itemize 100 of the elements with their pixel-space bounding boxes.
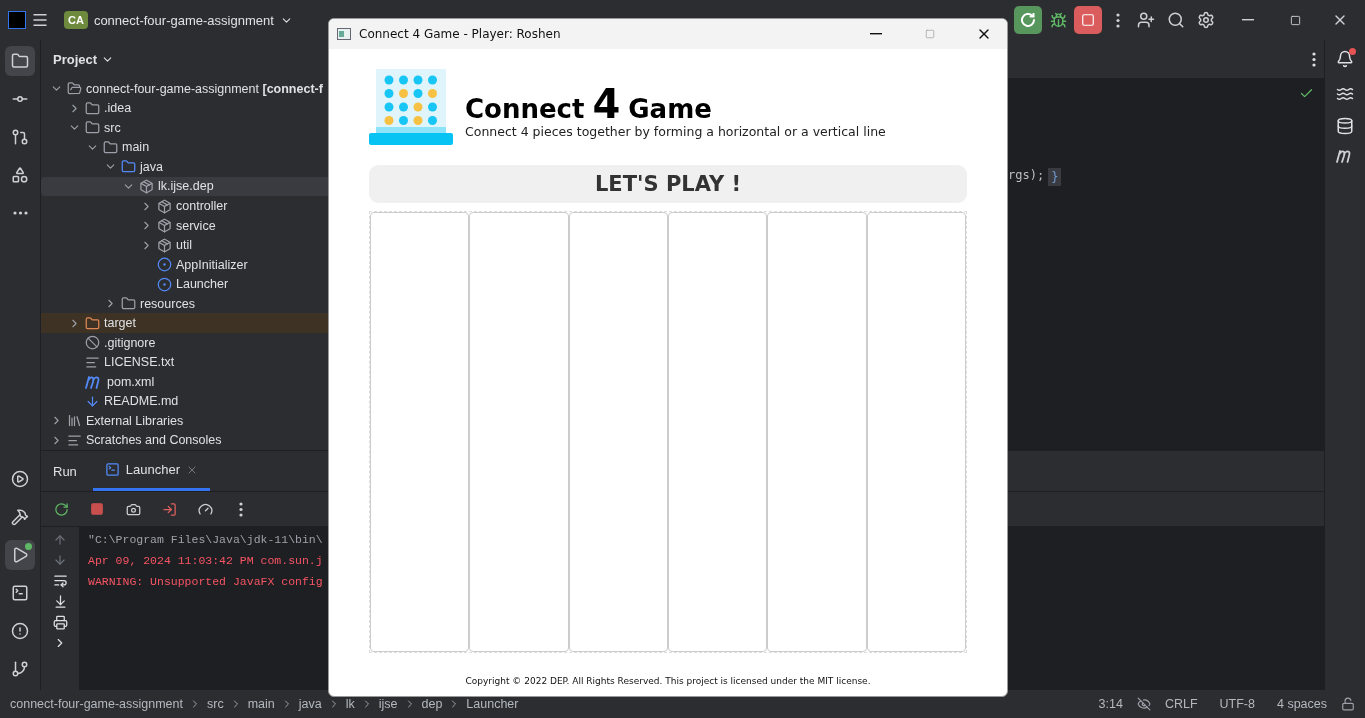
- tree-item[interactable]: service: [41, 215, 331, 236]
- text-file-icon: [85, 354, 100, 370]
- game-title: Connect: [465, 94, 585, 124]
- breadcrumb[interactable]: java: [298, 697, 322, 711]
- problems-icon: [11, 622, 29, 640]
- tree-item[interactable]: .gitignore: [41, 332, 331, 353]
- tree-item[interactable]: target: [41, 313, 331, 333]
- rerun-button[interactable]: [1014, 6, 1042, 34]
- run-icon: [11, 546, 29, 564]
- more-icon: [12, 211, 28, 215]
- arrow-down-icon: [53, 553, 67, 567]
- tree-item[interactable]: src: [41, 118, 331, 138]
- tree-item[interactable]: LICENSE.txt: [41, 352, 331, 372]
- breadcrumb[interactable]: ijse: [378, 697, 398, 711]
- class-icon: [157, 276, 172, 292]
- tree-item[interactable]: AppInitializer: [41, 254, 331, 275]
- structure-icon: [11, 166, 29, 184]
- tree-item[interactable]: util: [41, 235, 331, 255]
- search-icon: [1167, 11, 1185, 29]
- tree-item[interactable]: External Libraries: [41, 411, 331, 431]
- panel-title[interactable]: Project: [53, 52, 98, 67]
- bell-icon: [1336, 50, 1354, 68]
- tree-item[interactable]: controller: [41, 196, 331, 216]
- bug-icon: [1049, 11, 1067, 29]
- services-icon: [11, 470, 29, 488]
- run-tool-button[interactable]: [5, 540, 35, 570]
- indent[interactable]: 4 spaces: [1268, 697, 1335, 711]
- module-folder-icon: [67, 81, 82, 97]
- rerun-icon: [53, 501, 69, 517]
- app-logo-icon: [8, 11, 26, 29]
- settings-icon: [1197, 11, 1215, 29]
- exit-icon: [161, 501, 177, 517]
- package-icon: [157, 218, 172, 234]
- class-icon: [157, 257, 172, 273]
- code-text: rgs);: [1008, 168, 1045, 184]
- folder-icon: [103, 139, 118, 155]
- breadcrumb[interactable]: Launcher: [466, 697, 519, 711]
- window-icon: [104, 462, 120, 477]
- breadcrumb[interactable]: dep: [421, 697, 443, 711]
- tree-item[interactable]: connect-four-game-assignment [connect-f: [41, 79, 331, 99]
- breadcrumb[interactable]: main: [247, 697, 275, 711]
- library-icon: [67, 413, 82, 429]
- print-icon: [52, 615, 68, 630]
- project-switcher[interactable]: CA connect-four-game-assignment: [62, 9, 295, 31]
- ignore-file-icon: [85, 335, 100, 351]
- excluded-folder-icon: [85, 315, 100, 331]
- line-ending[interactable]: CRLF: [1156, 697, 1206, 711]
- console-line: "C:\Program Files\Java\jdk-11\bin\: [88, 532, 324, 548]
- app-window-icon: [337, 28, 351, 40]
- encoding[interactable]: UTF-8: [1211, 697, 1263, 711]
- camera-icon: [125, 501, 141, 517]
- breadcrumb[interactable]: connect-four-game-assignment: [10, 697, 183, 711]
- tree-item[interactable]: Scratches and Consoles: [41, 430, 331, 450]
- project-badge: CA: [64, 11, 88, 29]
- unlock-icon: [1341, 697, 1355, 711]
- code-brace: }: [1048, 168, 1062, 186]
- tree-item[interactable]: resources: [41, 293, 331, 314]
- add-user-icon: [1137, 11, 1155, 29]
- package-icon: [139, 178, 154, 194]
- more-icon: [239, 501, 243, 517]
- stop-button[interactable]: [1074, 6, 1102, 34]
- source-folder-icon: [121, 159, 136, 175]
- package-icon: [157, 237, 172, 253]
- scratches-icon: [67, 432, 82, 448]
- maximize-icon: [925, 29, 935, 39]
- game-title-number: 4: [592, 84, 621, 124]
- tree-item[interactable]: Launcher: [41, 274, 331, 294]
- play-banner: LET'S PLAY !: [369, 165, 967, 203]
- arrow-up-icon: [53, 533, 67, 547]
- folder-tool-button[interactable]: [5, 46, 35, 76]
- soft-wrap-icon: [52, 573, 68, 588]
- run-tab[interactable]: Launcher: [92, 451, 211, 491]
- breadcrumb[interactable]: src: [207, 697, 224, 711]
- stop-icon: [90, 502, 104, 516]
- menu-icon: [31, 11, 49, 29]
- folder-icon: [85, 100, 100, 116]
- status-dot: [25, 543, 32, 550]
- minimize-icon: [870, 33, 882, 35]
- gauge-icon: [197, 501, 213, 517]
- tree-item[interactable]: .idea: [41, 98, 331, 119]
- tree-item[interactable]: main: [41, 137, 331, 158]
- notification-dot: [1349, 48, 1356, 55]
- caret-position[interactable]: 3:14: [1090, 697, 1131, 711]
- rerun-icon: [1021, 13, 1035, 27]
- hammer-icon: [11, 508, 29, 526]
- package-icon: [157, 198, 172, 214]
- copyright-text: Copyright © 2022 DEP. All Rights Reserved. This project is licensed under the MIT license.: [464, 676, 872, 688]
- console-line: Apr 09, 2024 11:03:42 PM com.sun.j: [88, 553, 324, 569]
- tree-item[interactable]: lk.ijse.dep: [41, 176, 331, 197]
- breadcrumb[interactable]: lk: [345, 697, 355, 711]
- more-icon: [1312, 51, 1316, 67]
- resources-folder-icon: [121, 296, 136, 312]
- tree-item[interactable]: pom.xml: [41, 372, 331, 392]
- maximize-icon: [1289, 14, 1301, 26]
- panel-title: Run: [53, 463, 77, 479]
- folder-icon: [85, 120, 100, 136]
- tree-item[interactable]: README.md: [41, 391, 331, 412]
- tree-item[interactable]: java: [41, 157, 331, 177]
- game-subtitle: Connect 4 pieces together by forming a horizontal or a vertical line: [465, 124, 886, 139]
- game-title: Game: [628, 94, 712, 124]
